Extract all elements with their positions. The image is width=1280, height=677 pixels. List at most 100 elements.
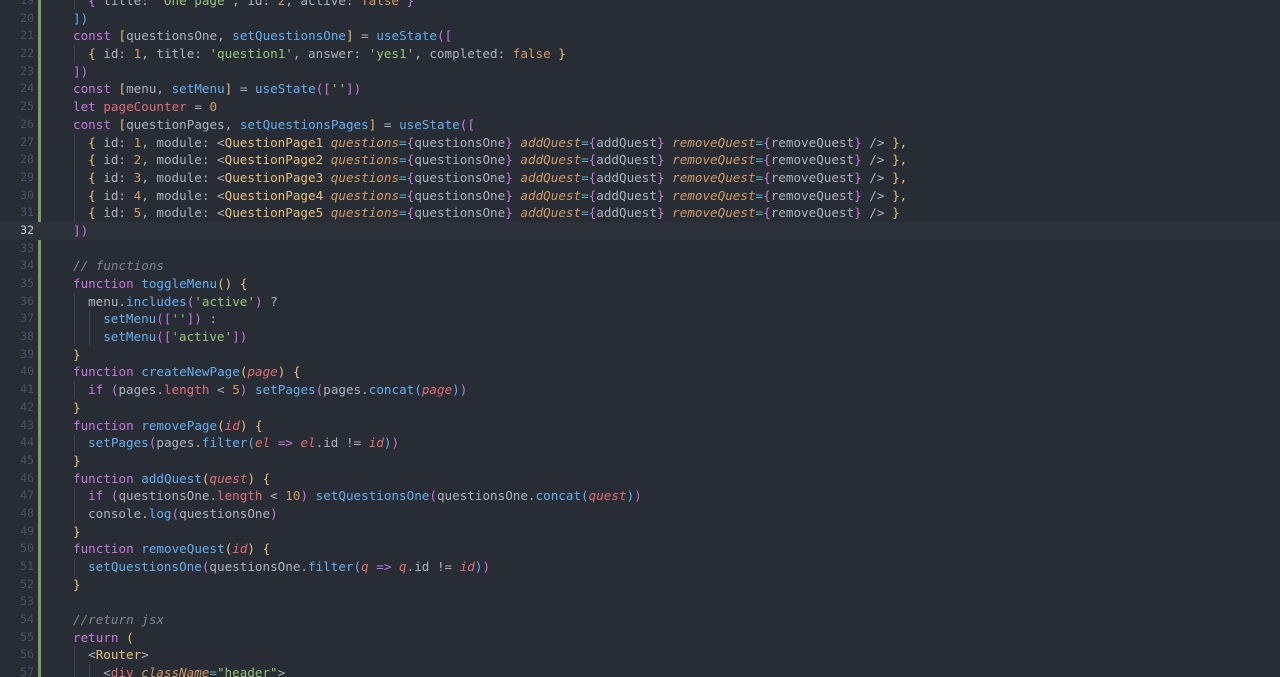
code-token: useState [255,81,316,97]
code-token: setPages [88,435,149,451]
code-token: ) [626,488,635,504]
code-token: questionsOne. [209,559,308,574]
code-token: ) [459,382,468,398]
code-token: = [399,152,407,168]
code-token: } [854,187,862,203]
code-token: false [361,0,400,8]
code-token: , answer: [292,46,369,62]
code-token: ( [247,435,255,451]
code-line[interactable]: 27 { id: 1, module: <QuestionPage1 questi… [0,133,1280,152]
code-line[interactable]: 53 [0,593,1280,611]
code-line[interactable]: 21 const [questionsOne, setQuestionsOne] … [0,27,1280,45]
code-line[interactable]: 37 setMenu(['']) : [0,310,1280,329]
indent-guide [74,168,75,187]
code-text: <Router> [88,646,149,664]
code-token: { [88,134,104,150]
code-token: ]) [73,10,89,26]
code-line[interactable]: 45} [0,452,1280,470]
code-line[interactable]: 52} [0,576,1280,594]
code-token: 'yes1' [368,46,415,62]
code-line[interactable]: 39} [0,346,1280,364]
indent-guide [89,310,91,329]
code-line[interactable]: 43 function removePage(id) { [0,417,1280,435]
code-line[interactable]: 54 //return jsx [0,611,1280,629]
code-line[interactable]: 47 if (questionsOne.length < 10) setQuest… [0,487,1280,505]
code-line[interactable]: 40 function createNewPage(page) { [0,363,1280,381]
code-line[interactable]: 35 function toggleMenu() { [0,275,1280,293]
line-number: 47 [20,488,34,503]
code-token: { [88,0,104,8]
code-lines[interactable]: 19 { title: 'One page', id: 2, active: fa… [0,0,1280,677]
code-token: } [73,523,81,539]
code-token: = [209,665,217,677]
code-token: q [361,559,369,574]
code-token: q [399,559,407,574]
code-text: } [73,576,81,594]
line-number: 24 [20,81,34,96]
code-token: } [505,169,513,185]
code-line[interactable]: 41 if (pages.length < 5) setPages(pages.c… [0,381,1280,399]
code-line[interactable]: 25 let pageCounter = 0 [0,98,1280,116]
code-text: const [menu, setMenu] = useState(['']) [73,80,361,98]
code-line[interactable]: 30 { id: 4, module: <QuestionPage4 questi… [0,186,1280,205]
code-line[interactable]: 57 <div className="header"> [0,664,1280,677]
line-number: 31 [20,205,34,220]
code-line[interactable]: 49} [0,523,1280,541]
code-token: ) [270,505,278,521]
code-line[interactable]: 44 setPages(pages.filter(el => el.id != i… [0,434,1280,452]
code-line[interactable]: 22 { id: 1, title: 'question1', answer: '… [0,45,1280,63]
code-line[interactable]: 36 menu.includes('active') ? [0,292,1280,311]
code-token: = [399,205,407,221]
code-token: function [73,470,142,486]
line-number: 20 [20,10,34,25]
code-line[interactable]: 48 console.log(questionsOne) [0,504,1280,523]
code-editor[interactable]: 19 { title: 'One page', id: 2, active: fa… [0,0,1280,677]
code-line[interactable]: 50 function removeQuest(id) { [0,540,1280,558]
line-number: 19 [20,0,34,7]
code-token: [ [118,116,127,132]
code-token: quest [209,470,248,486]
code-line[interactable]: 28 { id: 2, module: <QuestionPage2 questi… [0,151,1280,169]
code-line[interactable]: 46 function addQuest(quest) { [0,470,1280,488]
code-token: }, [892,169,908,185]
code-line[interactable]: 33 [0,240,1280,258]
code-token: ) [254,293,263,309]
code-line[interactable]: 19 { title: 'One page', id: 2, active: fa… [0,0,1280,10]
code-text: function toggleMenu() { [73,275,247,293]
code-line[interactable]: 29 { id: 3, module: <QuestionPage3 questi… [0,168,1280,187]
code-line[interactable]: 38 setMenu(['active']) [0,328,1280,346]
code-token: { [763,152,771,168]
code-token: //return jsx [73,612,164,628]
code-token: ([ [315,81,331,97]
code-text: console.log(questionsOne) [88,505,278,523]
code-line[interactable]: 51 setQuestionsOne(questionsOne.filter(q … [0,558,1280,576]
code-text: menu.includes('active') ? [88,293,278,311]
code-line[interactable]: 56 <Router> [0,646,1280,665]
line-number: 52 [20,576,34,591]
code-line[interactable]: 32]) [0,221,1280,240]
code-token: const [73,28,119,44]
code-token: = [581,169,589,185]
code-line[interactable]: 31 { id: 5, module: <QuestionPage5 questi… [0,204,1280,222]
code-token: ([ [459,116,475,132]
code-line[interactable]: 55 return ( [0,629,1280,647]
code-line[interactable]: 20]) [0,10,1280,28]
code-token: } [505,134,513,150]
code-token: ]) [73,222,89,238]
code-token: }, [892,187,908,203]
code-text: function addQuest(quest) { [73,470,270,488]
code-token: } [656,187,665,203]
code-line[interactable]: 26 const [questionPages, setQuestionsPage… [0,116,1280,134]
code-line[interactable]: 42} [0,399,1280,417]
code-line[interactable]: 24 const [menu, setMenu] = useState(['']) [0,80,1280,98]
code-token: ( [353,559,362,574]
code-line[interactable]: 23]) [0,63,1280,81]
indent-guide [74,45,75,63]
code-line[interactable]: 34 // functions [0,257,1280,275]
code-token: 'question1' [209,46,293,62]
code-token: ( [126,629,134,645]
